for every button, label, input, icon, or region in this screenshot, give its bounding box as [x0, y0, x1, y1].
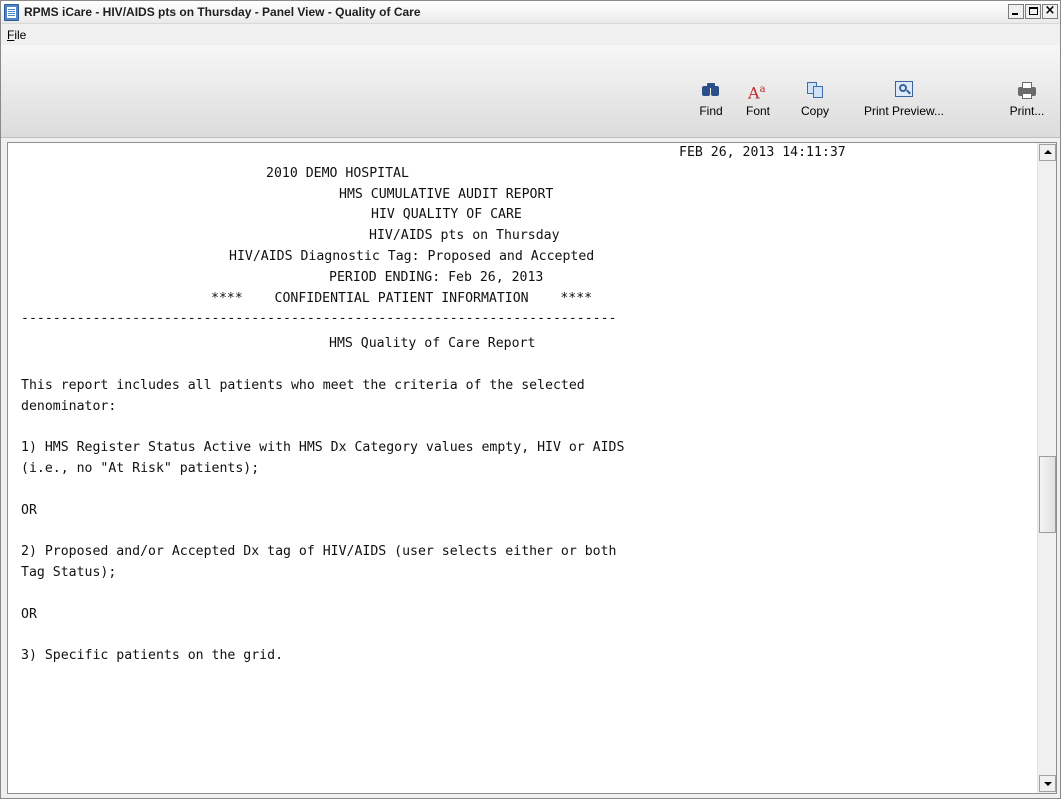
report-timestamp: FEB 26, 2013 14:11:37: [679, 145, 846, 160]
close-icon: ×: [1044, 3, 1056, 18]
report-intro-line1: This report includes all patients who me…: [21, 377, 585, 393]
report-panel-name: HIV/AIDS pts on Thursday: [369, 228, 560, 244]
maximize-button[interactable]: [1025, 4, 1041, 19]
print-preview-button[interactable]: Print Preview...: [849, 81, 959, 133]
copy-icon: [805, 81, 825, 99]
maximize-icon: [1029, 7, 1038, 15]
scrollbar-thumb[interactable]: [1039, 456, 1056, 534]
print-button[interactable]: Print...: [997, 81, 1057, 133]
report-criterion2-line1: 2) Proposed and/or Accepted Dx tag of HI…: [21, 544, 617, 560]
report-intro-line2: denominator:: [21, 398, 117, 414]
report-facility: 2010 DEMO HOSPITAL: [266, 165, 409, 181]
report-text: FEB 26, 2013 14:11:37 2010 DEMO HOSPITAL…: [8, 143, 1038, 793]
menu-bar: File: [1, 25, 1060, 45]
report-criterion1-line2: (i.e., no "At Risk" patients);: [21, 460, 260, 476]
report-period: PERIOD ENDING: Feb 26, 2013: [329, 269, 544, 285]
font-icon: Aa: [748, 83, 766, 103]
print-preview-label: Print Preview...: [863, 104, 945, 118]
find-label: Find: [699, 104, 723, 118]
close-button[interactable]: ×: [1042, 3, 1058, 19]
report-window: RPMS iCare - HIV/AIDS pts on Thursday - …: [0, 0, 1061, 799]
report-divider: ----------------------------------------…: [21, 311, 617, 327]
scroll-down-button[interactable]: [1039, 775, 1056, 792]
printer-icon: [1017, 81, 1037, 99]
print-label: Print...: [1009, 104, 1045, 118]
copy-label: Copy: [800, 104, 829, 118]
report-confidential: **** CONFIDENTIAL PATIENT INFORMATION **…: [211, 290, 593, 306]
report-diagnostic-tag: HIV/AIDS Diagnostic Tag: Proposed and Ac…: [229, 248, 595, 264]
title-bar: RPMS iCare - HIV/AIDS pts on Thursday - …: [1, 1, 1060, 24]
menu-file[interactable]: File: [7, 28, 26, 42]
report-name: HMS CUMULATIVE AUDIT REPORT: [339, 186, 554, 202]
window-title: RPMS iCare - HIV/AIDS pts on Thursday - …: [24, 5, 421, 19]
report-criterion1-line1: 1) HMS Register Status Active with HMS D…: [21, 440, 625, 456]
arrow-up-icon: [1044, 150, 1052, 154]
find-button[interactable]: Find: [691, 81, 731, 133]
scroll-up-button[interactable]: [1039, 144, 1056, 161]
copy-button[interactable]: Copy: [790, 81, 840, 133]
report-section-title: HMS Quality of Care Report: [329, 336, 536, 352]
binoculars-icon: [701, 81, 721, 99]
vertical-scrollbar[interactable]: [1037, 143, 1056, 793]
font-label: Font: [745, 104, 770, 118]
minimize-icon: [1012, 13, 1018, 15]
arrow-down-icon: [1044, 782, 1052, 786]
report-or-1: OR: [21, 502, 37, 518]
report-or-2: OR: [21, 606, 37, 622]
toolbar: Find Aa Font Copy Print Preview... Print…: [1, 45, 1060, 138]
minimize-button[interactable]: [1008, 4, 1024, 19]
document-icon: [4, 4, 19, 21]
report-viewer[interactable]: FEB 26, 2013 14:11:37 2010 DEMO HOSPITAL…: [7, 142, 1057, 794]
report-subtitle: HIV QUALITY OF CARE: [371, 207, 522, 223]
report-criterion3: 3) Specific patients on the grid.: [21, 648, 284, 664]
window-controls: ×: [1007, 3, 1058, 19]
report-criterion2-line2: Tag Status);: [21, 564, 117, 580]
print-preview-icon: [894, 81, 914, 99]
font-button[interactable]: Aa Font: [738, 81, 778, 133]
